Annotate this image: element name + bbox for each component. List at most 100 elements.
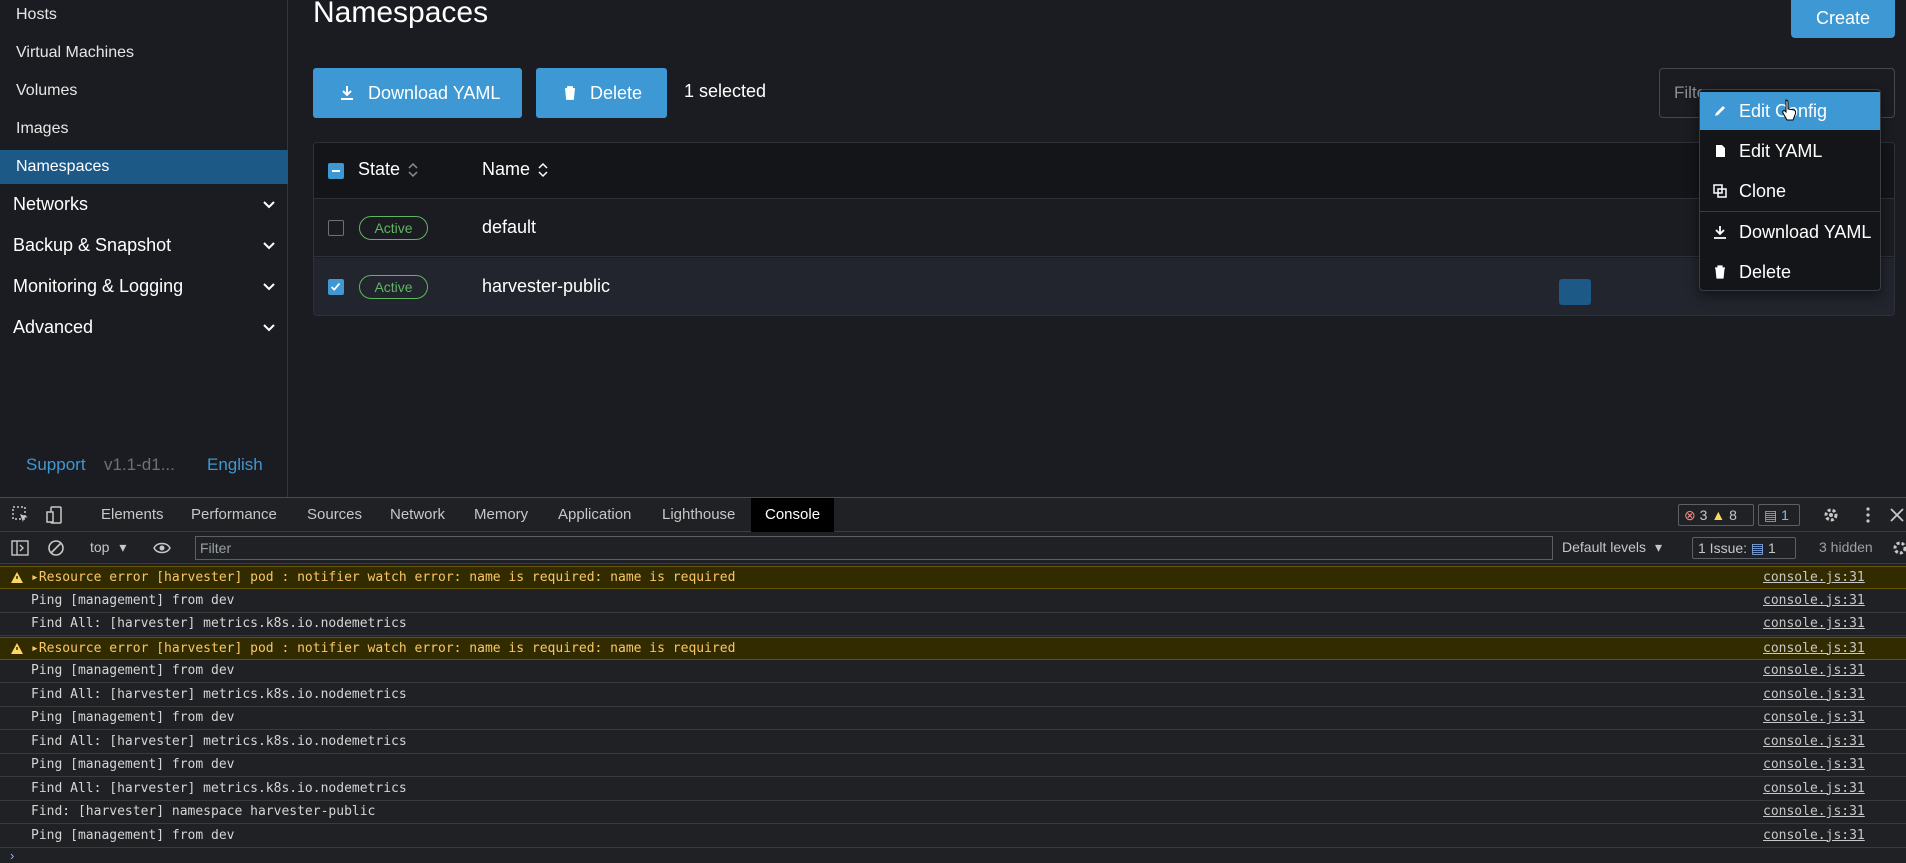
- console-log-row[interactable]: Ping [management] from dev console.js:31: [0, 590, 1906, 613]
- more-options-icon[interactable]: [1859, 506, 1877, 524]
- namespace-name: harvester-public: [482, 276, 611, 296]
- select-all-checkbox[interactable]: [328, 163, 344, 179]
- log-source-link[interactable]: console.js:31: [1763, 754, 1865, 776]
- log-source-link[interactable]: console.js:31: [1763, 825, 1865, 847]
- sort-icon: [408, 163, 418, 178]
- delete-button[interactable]: Delete: [536, 68, 667, 118]
- sidebar-item-images[interactable]: Images: [0, 114, 288, 152]
- status-badge: Active: [359, 216, 428, 240]
- issues-button[interactable]: 1 Issue: ▤ 1: [1692, 537, 1796, 559]
- support-link[interactable]: Support: [26, 452, 86, 478]
- log-source-link[interactable]: console.js:31: [1763, 660, 1865, 682]
- close-icon[interactable]: [1888, 506, 1906, 524]
- issues-count: 1: [1768, 540, 1776, 556]
- settings-gear-icon[interactable]: [1822, 506, 1840, 524]
- log-message: Find All: [harvester] metrics.k8s.io.nod…: [31, 686, 407, 702]
- issues-label: 1 Issue:: [1698, 540, 1748, 556]
- tab-network[interactable]: Network: [390, 498, 445, 532]
- error-icon: ⊗: [1684, 507, 1696, 523]
- inspect-element-icon[interactable]: [12, 506, 30, 524]
- console-log-row[interactable]: Find All: [harvester] metrics.k8s.io.nod…: [0, 731, 1906, 754]
- menu-item-download-yaml[interactable]: Download YAML: [1700, 213, 1880, 251]
- console-log-row[interactable]: Find All: [harvester] metrics.k8s.io.nod…: [0, 684, 1906, 707]
- console-prompt-icon[interactable]: ›: [10, 848, 14, 863]
- console-warning-row[interactable]: ▸Resource error [harvester] pod : notifi…: [0, 636, 1906, 660]
- hand-cursor-icon: [1782, 99, 1797, 121]
- tab-sources[interactable]: Sources: [307, 498, 362, 532]
- chevron-down-icon: [263, 242, 275, 250]
- console-log-row[interactable]: Ping [management] from dev console.js:31: [0, 707, 1906, 730]
- sidebar-group-label: Backup & Snapshot: [13, 235, 172, 255]
- log-source-link[interactable]: console.js:31: [1763, 638, 1865, 660]
- version-label: v1.1-d1...: [104, 455, 175, 474]
- context-selector[interactable]: top ▾: [90, 539, 126, 556]
- tab-application[interactable]: Application: [558, 498, 631, 532]
- menu-item-edit-yaml[interactable]: Edit YAML: [1700, 132, 1880, 170]
- state-header-label: State: [358, 159, 401, 179]
- name-column-header[interactable]: Name: [482, 159, 548, 180]
- row-checkbox[interactable]: [328, 279, 344, 295]
- log-message: Find: [harvester] namespace harvester-pu…: [31, 804, 376, 819]
- console-log-row[interactable]: Ping [management] from dev console.js:31: [0, 825, 1906, 848]
- device-toolbar-icon[interactable]: [46, 506, 64, 524]
- create-button[interactable]: Create: [1791, 0, 1895, 38]
- log-source-link[interactable]: console.js:31: [1763, 778, 1865, 800]
- state-column-header[interactable]: State: [358, 159, 418, 180]
- sidebar-group-networks[interactable]: Networks: [0, 184, 288, 224]
- console-log-row[interactable]: Find: [harvester] namespace harvester-pu…: [0, 801, 1906, 824]
- tab-elements[interactable]: Elements: [101, 498, 164, 532]
- log-source-link[interactable]: console.js:31: [1763, 684, 1865, 706]
- console-log-row[interactable]: Ping [management] from dev console.js:31: [0, 754, 1906, 777]
- log-source-link[interactable]: console.js:31: [1763, 707, 1865, 729]
- delete-label: Delete: [590, 83, 643, 103]
- language-selector[interactable]: English: [207, 452, 263, 478]
- sidebar-group-monitoring-logging[interactable]: Monitoring & Logging: [0, 266, 288, 306]
- console-settings-gear-icon[interactable]: [1891, 539, 1906, 557]
- log-source-link[interactable]: console.js:31: [1763, 590, 1865, 612]
- console-filter-input[interactable]: Filter: [195, 536, 1553, 560]
- clear-console-icon[interactable]: [47, 539, 65, 557]
- caret-down-icon: ▾: [1654, 539, 1662, 555]
- log-message: Ping [management] from dev: [31, 710, 235, 725]
- row-actions-button[interactable]: [1559, 279, 1591, 305]
- tab-memory[interactable]: Memory: [474, 498, 528, 532]
- console-toolbar: top ▾ Filter Default levels ▾ 1 Issue: ▤…: [0, 532, 1906, 564]
- sidebar-group-backup-snapshot[interactable]: Backup & Snapshot: [0, 225, 288, 265]
- table-row[interactable]: Active default: [314, 199, 1894, 257]
- menu-item-label: Edit YAML: [1739, 141, 1823, 161]
- log-message: Ping [management] from dev: [31, 663, 235, 678]
- sidebar-group-advanced[interactable]: Advanced: [0, 307, 288, 347]
- console-log-row[interactable]: Ping [management] from dev console.js:31: [0, 660, 1906, 683]
- devtools-panel: Elements Performance Sources Network Mem…: [0, 497, 1906, 863]
- sidebar-item-volumes[interactable]: Volumes: [0, 76, 288, 114]
- console-warning-row[interactable]: ▸Resource error [harvester] pod : notifi…: [0, 566, 1906, 589]
- log-source-link[interactable]: console.js:31: [1763, 801, 1865, 823]
- eye-icon[interactable]: [153, 539, 171, 557]
- sidebar-item-hosts[interactable]: Hosts: [0, 0, 288, 38]
- log-levels-dropdown[interactable]: Default levels ▾: [1562, 539, 1662, 556]
- log-source-link[interactable]: console.js:31: [1763, 731, 1865, 753]
- file-icon: [1716, 145, 1725, 157]
- menu-item-clone[interactable]: Clone: [1700, 172, 1880, 210]
- sidebar-item-namespaces[interactable]: Namespaces: [0, 150, 288, 184]
- download-yaml-button[interactable]: Download YAML: [313, 68, 522, 118]
- sidebar-toggle-icon[interactable]: [11, 539, 29, 557]
- tab-lighthouse[interactable]: Lighthouse: [662, 498, 735, 532]
- log-source-link[interactable]: console.js:31: [1763, 567, 1865, 589]
- sidebar-item-virtual-machines[interactable]: Virtual Machines: [0, 38, 288, 76]
- message-counter[interactable]: ▤ 1: [1758, 504, 1800, 526]
- console-log-row[interactable]: Find All: [harvester] metrics.k8s.io.nod…: [0, 778, 1906, 801]
- menu-divider: [1700, 211, 1880, 212]
- log-source-link[interactable]: console.js:31: [1763, 613, 1865, 635]
- download-icon: [341, 86, 353, 100]
- tab-console[interactable]: Console: [751, 498, 835, 532]
- menu-item-delete[interactable]: Delete: [1700, 253, 1880, 291]
- table-header: State Name: [314, 143, 1894, 199]
- row-checkbox[interactable]: [328, 220, 344, 236]
- console-log-row[interactable]: Find All: [harvester] metrics.k8s.io.nod…: [0, 613, 1906, 636]
- tab-performance[interactable]: Performance: [191, 498, 277, 532]
- message-icon: ▤: [1764, 507, 1778, 523]
- check-icon: [331, 282, 341, 291]
- table-row[interactable]: Active harvester-public: [314, 258, 1894, 315]
- error-warning-counter[interactable]: ⊗ 3 ▲ 8: [1678, 504, 1754, 526]
